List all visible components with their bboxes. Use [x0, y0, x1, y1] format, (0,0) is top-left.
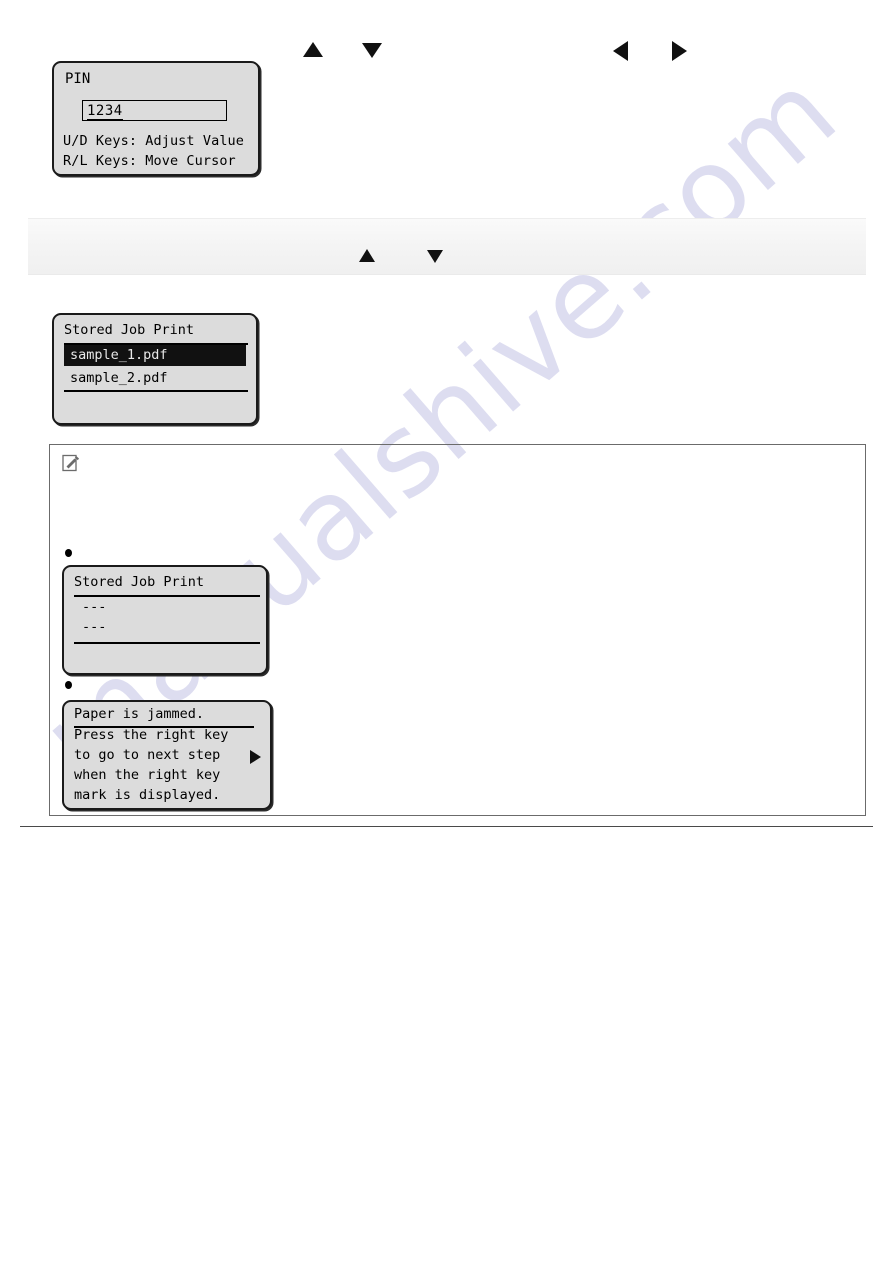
pin-entry-screen: PIN 1234 U/D Keys: Adjust Value R/L Keys… [52, 61, 260, 176]
triangle-down-icon[interactable] [362, 43, 382, 58]
pin-value-head: 123 [87, 103, 114, 120]
list-item: --- [82, 599, 107, 615]
note-pencil-icon [62, 454, 79, 472]
note-bullet-marker [65, 549, 72, 557]
pin-input-field[interactable]: 1234 [82, 100, 227, 121]
stored-job-print-screen: Stored Job Print sample_1.pdf sample_2.p… [52, 313, 258, 425]
page-divider [20, 826, 873, 827]
triangle-right-icon[interactable] [672, 41, 687, 61]
pin-input-value: 1234 [87, 102, 123, 121]
list-item[interactable]: sample_1.pdf [64, 345, 246, 366]
pin-hint-up-down: U/D Keys: Adjust Value [63, 133, 245, 149]
triangle-right-icon [250, 750, 261, 764]
triangle-up-icon[interactable] [303, 42, 323, 57]
stored-job-print-empty-title-divider [74, 595, 260, 597]
paper-jam-title: Paper is jammed. [74, 706, 205, 722]
triangle-left-icon[interactable] [613, 41, 628, 61]
band-triangle-up-icon[interactable] [359, 249, 375, 262]
stored-job-print-bottom-divider [64, 390, 248, 392]
paper-jam-body-line: Press the right key [74, 727, 229, 743]
stored-job-print-empty-screen: Stored Job Print --- --- [62, 565, 268, 675]
pin-cursor-char: 4 [113, 103, 123, 121]
paper-jam-body-line: to go to next step [74, 747, 221, 763]
note-bullet-marker [65, 681, 72, 689]
paper-jam-body-line: when the right key [74, 767, 221, 783]
stored-job-print-empty-bottom-divider [74, 642, 260, 644]
stored-job-print-empty-title: Stored Job Print [74, 574, 205, 590]
paper-jam-body-line: mark is displayed. [74, 787, 221, 803]
stored-job-print-title: Stored Job Print [64, 322, 195, 338]
list-item[interactable]: sample_2.pdf [64, 368, 246, 389]
band-triangle-down-icon[interactable] [427, 250, 443, 263]
paper-jam-screen: Paper is jammed. Press the right key to … [62, 700, 272, 810]
list-item: --- [82, 619, 107, 635]
pin-screen-title: PIN [65, 71, 91, 87]
pin-hint-right-left: R/L Keys: Move Cursor [63, 153, 236, 169]
step-highlight-band [28, 218, 866, 275]
